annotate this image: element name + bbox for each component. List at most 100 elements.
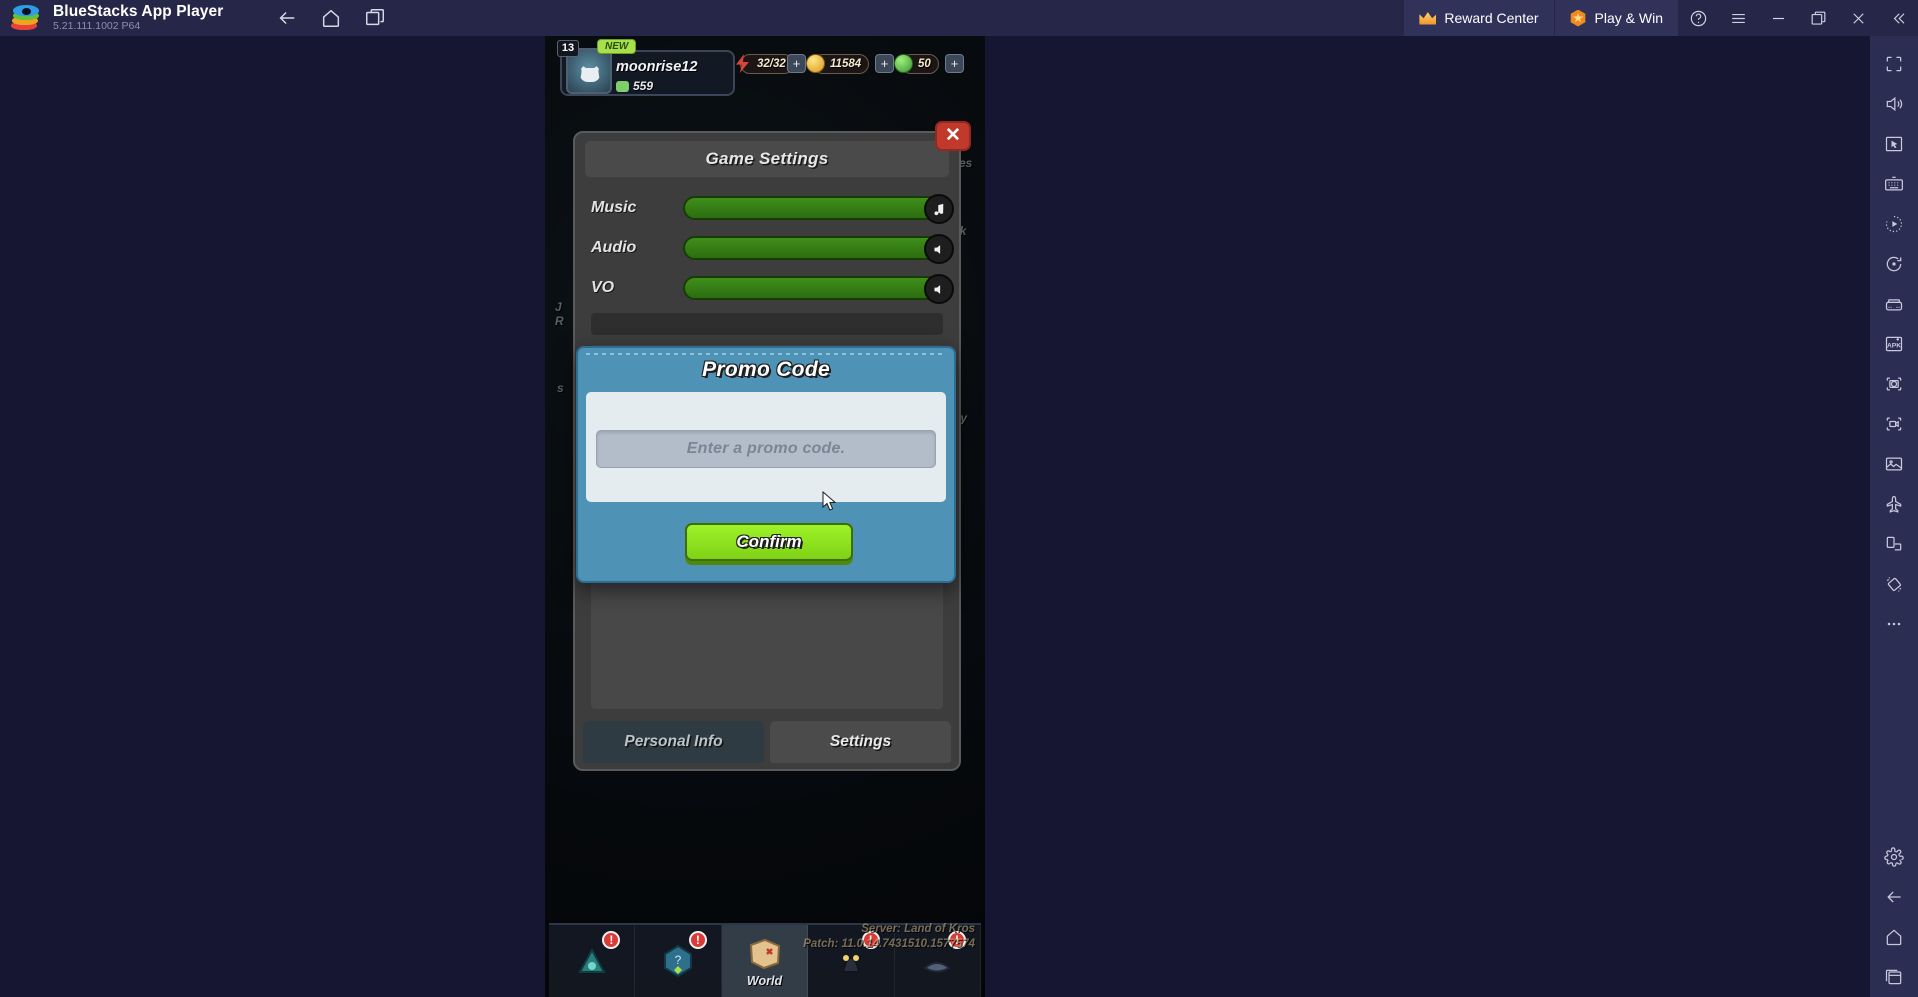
more-options-icon[interactable] (1874, 604, 1914, 644)
eco-mode-icon[interactable] (1874, 484, 1914, 524)
shake-icon[interactable] (1874, 564, 1914, 604)
panel-header: Game Settings (585, 141, 949, 177)
screenshot-icon[interactable] (1874, 364, 1914, 404)
maximize-button[interactable] (1798, 0, 1838, 36)
promo-code-input[interactable]: Enter a promo code. (596, 430, 936, 468)
gallery-icon[interactable] (1874, 444, 1914, 484)
speaker-icon[interactable] (924, 234, 954, 264)
slider-row-vo: VO (591, 271, 954, 305)
multi-instance-button[interactable] (356, 3, 394, 33)
apk-install-icon[interactable]: APK (1874, 324, 1914, 364)
alert-badge: ! (861, 931, 880, 949)
promo-code-placeholder: Enter a promo code. (686, 440, 846, 457)
cursor-pointer-icon[interactable] (1874, 124, 1914, 164)
nav-button-group (268, 3, 394, 33)
gem-icon (894, 54, 913, 73)
minimize-button[interactable] (1758, 0, 1798, 36)
rotate-icon[interactable] (1874, 244, 1914, 284)
music-note-icon[interactable] (924, 194, 954, 224)
app-version: 5.21.111.1002 P64 (53, 20, 141, 33)
map-icon (749, 938, 780, 969)
close-button[interactable] (1838, 0, 1878, 36)
close-panel-button[interactable]: ✕ (935, 121, 971, 151)
titlebar: BlueStacks App Player 5.21.111.1002 P64 … (0, 0, 1918, 36)
reward-center-label: Reward Center (1444, 10, 1539, 26)
player-card[interactable]: moonrise12 559 (560, 48, 735, 96)
coin-icon (616, 80, 629, 92)
confirm-label: Confirm (736, 532, 802, 551)
slider-row-audio: Audio (591, 231, 954, 265)
bg-label-s: s (557, 381, 564, 395)
gem-add-button[interactable]: + (945, 54, 964, 73)
speaker-icon[interactable] (924, 274, 954, 304)
nav-item-world[interactable]: World (721, 925, 809, 997)
secondary-count: 559 (633, 79, 654, 93)
app-title: BlueStacks App Player (53, 2, 224, 20)
hex-star-icon (1570, 9, 1586, 27)
menu-button[interactable] (1718, 0, 1758, 36)
play-and-win-button[interactable]: Play & Win (1553, 0, 1678, 36)
gold-add-button[interactable]: + (875, 54, 894, 73)
bg-label-r: R (555, 314, 564, 328)
nav-label-world: World (746, 973, 783, 988)
volume-icon[interactable] (1874, 84, 1914, 124)
app-title-block: BlueStacks App Player 5.21.111.1002 P64 (53, 2, 224, 33)
music-slider[interactable] (683, 194, 954, 224)
gear-icon[interactable] (1874, 837, 1914, 877)
energy-icon (736, 54, 749, 73)
recents-icon[interactable] (1874, 957, 1914, 997)
confirm-button[interactable]: Confirm (685, 523, 853, 561)
gem-counter[interactable]: 50 (894, 54, 939, 74)
home-icon[interactable] (1874, 917, 1914, 957)
vo-label: VO (591, 279, 615, 296)
promo-field-area: Enter a promo code. (586, 392, 946, 502)
nav-item-bag[interactable]: ! (549, 925, 636, 997)
bluestacks-logo-icon (11, 3, 41, 33)
svg-text:APK: APK (1887, 342, 1901, 349)
panel-tabs: Personal Info Settings (583, 721, 951, 763)
back-arrow-icon[interactable] (1874, 877, 1914, 917)
tab-personal-info[interactable]: Personal Info (583, 721, 764, 763)
audio-label: Audio (591, 239, 637, 256)
alert-badge: ! (602, 931, 621, 949)
new-badge: NEW (597, 39, 637, 54)
bottom-navigation: ! ? ! World ! ! Server: Land of Kros Pat… (549, 923, 982, 997)
home-button[interactable] (312, 3, 350, 33)
gold-counter[interactable]: 11584 (806, 54, 870, 74)
tab-settings[interactable]: Settings (770, 721, 951, 763)
player-hud: moonrise12 559 13 NEW 32/32 + 11584 + 50 (555, 39, 979, 100)
energy-value: 32/32 (757, 58, 786, 70)
screen-rotate-icon[interactable] (1874, 524, 1914, 564)
nav-item-shop[interactable]: ! (895, 925, 982, 997)
alert-badge: ! (948, 931, 967, 949)
reward-center-button[interactable]: Reward Center (1404, 0, 1554, 36)
slider-row-music: Music (591, 191, 954, 225)
bg-label-join: J (555, 300, 562, 314)
gold-icon (806, 54, 825, 73)
player-name: moonrise12 (616, 59, 698, 75)
gold-value: 11584 (830, 58, 862, 70)
collapse-sidebar-button[interactable] (1878, 0, 1918, 36)
gem-value: 50 (918, 58, 931, 70)
screen-record-icon[interactable] (1874, 404, 1914, 444)
energy-counter[interactable]: 32/32 (736, 54, 794, 74)
nav-item-gacha[interactable]: ? ! (635, 925, 722, 997)
alert-badge: ! (688, 931, 707, 949)
audio-slider[interactable] (683, 234, 954, 264)
promo-dialog-title: Promo Code (702, 358, 830, 381)
gamepad-icon[interactable] (1874, 284, 1914, 324)
help-button[interactable] (1678, 0, 1718, 36)
game-viewport[interactable]: kies ck J R s s ity moonrise12 559 13 NE… (545, 36, 985, 997)
nav-item-heroes[interactable]: ! (808, 925, 895, 997)
keyboard-icon[interactable] (1874, 164, 1914, 204)
svg-text:?: ? (675, 953, 682, 967)
back-button[interactable] (268, 3, 306, 33)
emulator-stage: kies ck J R s s ity moonrise12 559 13 NE… (0, 36, 1870, 997)
vo-slider[interactable] (683, 274, 954, 304)
panel-title: Game Settings (705, 149, 829, 168)
macro-play-icon[interactable] (1874, 204, 1914, 244)
panel-subsection (591, 313, 943, 335)
fullscreen-icon[interactable] (1874, 44, 1914, 84)
energy-add-button[interactable]: + (787, 54, 806, 73)
secondary-currency: 559 (616, 79, 653, 93)
